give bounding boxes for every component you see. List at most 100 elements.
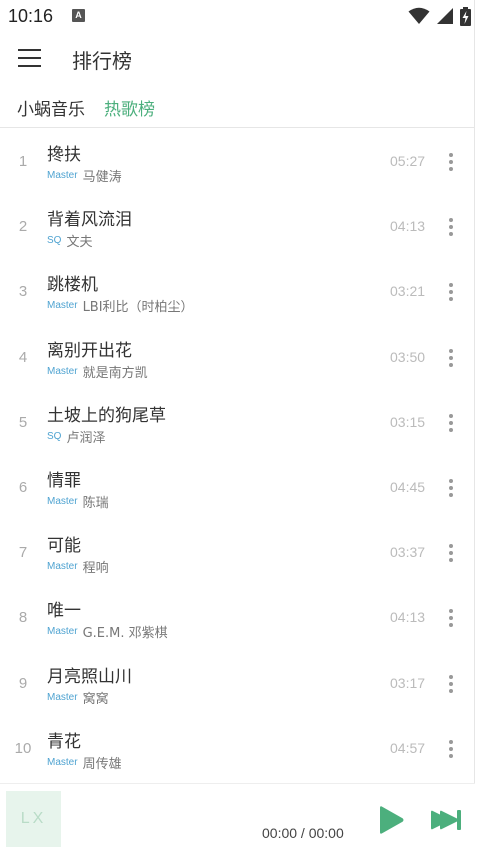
table-row[interactable]: 10 青花 Master 周传雄 04:57 <box>0 716 475 781</box>
song-singer: 窝窝 <box>82 691 109 707</box>
song-meta: Master 程响 <box>47 557 109 576</box>
notification-badge-icon: A <box>72 9 85 22</box>
song-name: 青花 <box>47 731 81 752</box>
app-header: 排行榜 <box>0 32 475 88</box>
song-singer: 文夫 <box>66 235 93 251</box>
song-index: 5 <box>18 413 28 431</box>
player-time: 00:00 / 00:00 <box>262 825 344 841</box>
song-index: 10 <box>14 739 32 757</box>
quality-badge: Master <box>47 300 78 312</box>
more-vert-icon[interactable] <box>441 673 461 695</box>
more-vert-icon[interactable] <box>441 477 461 499</box>
song-name: 背着风流泪 <box>47 210 132 231</box>
more-vert-icon[interactable] <box>441 216 461 238</box>
tab-hot-songs[interactable]: 热歌榜 <box>104 95 155 120</box>
song-name: 可能 <box>47 536 81 557</box>
quality-badge: Master <box>47 561 78 573</box>
quality-badge: Master <box>47 495 78 507</box>
song-duration: 03:15 <box>390 413 426 430</box>
song-index: 9 <box>18 674 28 692</box>
song-index: 2 <box>18 218 28 236</box>
signal-icon <box>437 8 453 24</box>
song-duration: 03:50 <box>390 348 426 365</box>
quality-badge: Master <box>47 365 78 377</box>
song-index: 8 <box>18 609 28 627</box>
song-singer: 马健涛 <box>82 170 122 185</box>
song-meta: Master LBI利比（时柏尘） <box>47 296 194 315</box>
song-duration: 04:57 <box>390 739 426 756</box>
song-meta: Master 就是南方凯 <box>47 362 148 381</box>
song-meta: Master 马健涛 <box>47 166 122 185</box>
song-singer: 周传雄 <box>82 756 122 772</box>
quality-badge: SQ <box>47 235 62 247</box>
table-row[interactable]: 5 土坡上的狗尾草 SQ 卢润泽 03:15 <box>0 390 475 455</box>
hamburger-menu-icon[interactable] <box>18 48 42 68</box>
song-singer: LBI利比（时柏尘） <box>82 300 194 316</box>
table-row[interactable]: 9 月亮照山川 Master 窝窝 03:17 <box>0 651 475 716</box>
song-list[interactable]: 1 搀扶 Master 马健涛 05:27 2 背着风流泪 SQ 文夫 04:1… <box>0 129 475 781</box>
song-name: 月亮照山川 <box>47 666 132 687</box>
song-name: 唯一 <box>47 601 81 622</box>
more-vert-icon[interactable] <box>441 607 461 629</box>
table-row[interactable]: 2 背着风流泪 SQ 文夫 04:13 <box>0 194 475 259</box>
player-cover[interactable]: LX <box>6 791 61 847</box>
song-name: 跳楼机 <box>47 275 98 296</box>
source-tabs: 小蜗音乐 热歌榜 <box>0 88 475 128</box>
table-row[interactable]: 3 跳楼机 Master LBI利比（时柏尘） 03:21 <box>0 259 475 324</box>
table-row[interactable]: 8 唯一 Master G.E.M. 邓紫棋 04:13 <box>0 585 475 650</box>
more-vert-icon[interactable] <box>441 542 461 564</box>
song-singer: 程响 <box>82 561 109 577</box>
app-screen: 10:16 A 排行榜 小蜗音乐 热歌榜 1 搀扶 Master 马健涛 05:… <box>0 0 475 851</box>
page-title: 排行榜 <box>72 49 132 73</box>
song-name: 土坡上的狗尾草 <box>47 405 166 426</box>
status-bar: 10:16 A <box>0 0 475 32</box>
song-duration: 05:27 <box>390 153 426 169</box>
song-index: 3 <box>18 283 28 301</box>
song-meta: SQ 卢润泽 <box>47 427 105 446</box>
battery-charging-icon <box>460 6 471 26</box>
song-duration: 03:37 <box>390 544 426 561</box>
more-vert-icon[interactable] <box>441 281 461 303</box>
song-singer: G.E.M. 邓紫棋 <box>82 626 168 642</box>
song-duration: 04:13 <box>390 218 426 235</box>
song-name: 搀扶 <box>47 145 81 165</box>
more-vert-icon[interactable] <box>441 151 461 173</box>
song-index: 4 <box>18 348 28 366</box>
song-duration: 03:21 <box>390 283 426 300</box>
more-vert-icon[interactable] <box>441 738 461 760</box>
play-icon[interactable] <box>374 804 406 836</box>
song-name: 情罪 <box>47 470 81 491</box>
quality-badge: Master <box>47 170 78 181</box>
song-index: 1 <box>18 153 28 170</box>
table-row[interactable]: 1 搀扶 Master 马健涛 05:27 <box>0 129 475 194</box>
song-meta: SQ 文夫 <box>47 231 92 250</box>
tab-source[interactable]: 小蜗音乐 <box>17 95 85 120</box>
table-row[interactable]: 7 可能 Master 程响 03:37 <box>0 520 475 585</box>
song-singer: 陈瑞 <box>82 495 109 511</box>
song-duration: 03:17 <box>390 674 426 691</box>
song-singer: 就是南方凯 <box>82 365 148 381</box>
song-index: 7 <box>18 544 28 562</box>
player-bar: LX 00:00 / 00:00 <box>0 783 475 851</box>
table-row[interactable]: 6 情罪 Master 陈瑞 04:45 <box>0 455 475 520</box>
song-meta: Master 陈瑞 <box>47 492 109 511</box>
song-meta: Master 周传雄 <box>47 753 122 772</box>
song-singer: 卢润泽 <box>66 430 106 446</box>
quality-badge: Master <box>47 626 78 638</box>
song-index: 6 <box>18 478 28 496</box>
song-duration: 04:13 <box>390 609 426 626</box>
song-duration: 04:45 <box>390 478 426 495</box>
song-name: 离别开出花 <box>47 340 132 361</box>
more-vert-icon[interactable] <box>441 412 461 434</box>
skip-next-icon[interactable] <box>429 808 463 832</box>
song-meta: Master 窝窝 <box>47 688 109 707</box>
song-meta: Master G.E.M. 邓紫棋 <box>47 622 168 641</box>
status-time: 10:16 <box>8 6 54 26</box>
quality-badge: Master <box>47 756 78 768</box>
status-icons <box>408 6 471 26</box>
table-row[interactable]: 4 离别开出花 Master 就是南方凯 03:50 <box>0 325 475 390</box>
more-vert-icon[interactable] <box>441 347 461 369</box>
quality-badge: SQ <box>47 430 62 442</box>
quality-badge: Master <box>47 691 78 703</box>
wifi-icon <box>408 7 430 24</box>
